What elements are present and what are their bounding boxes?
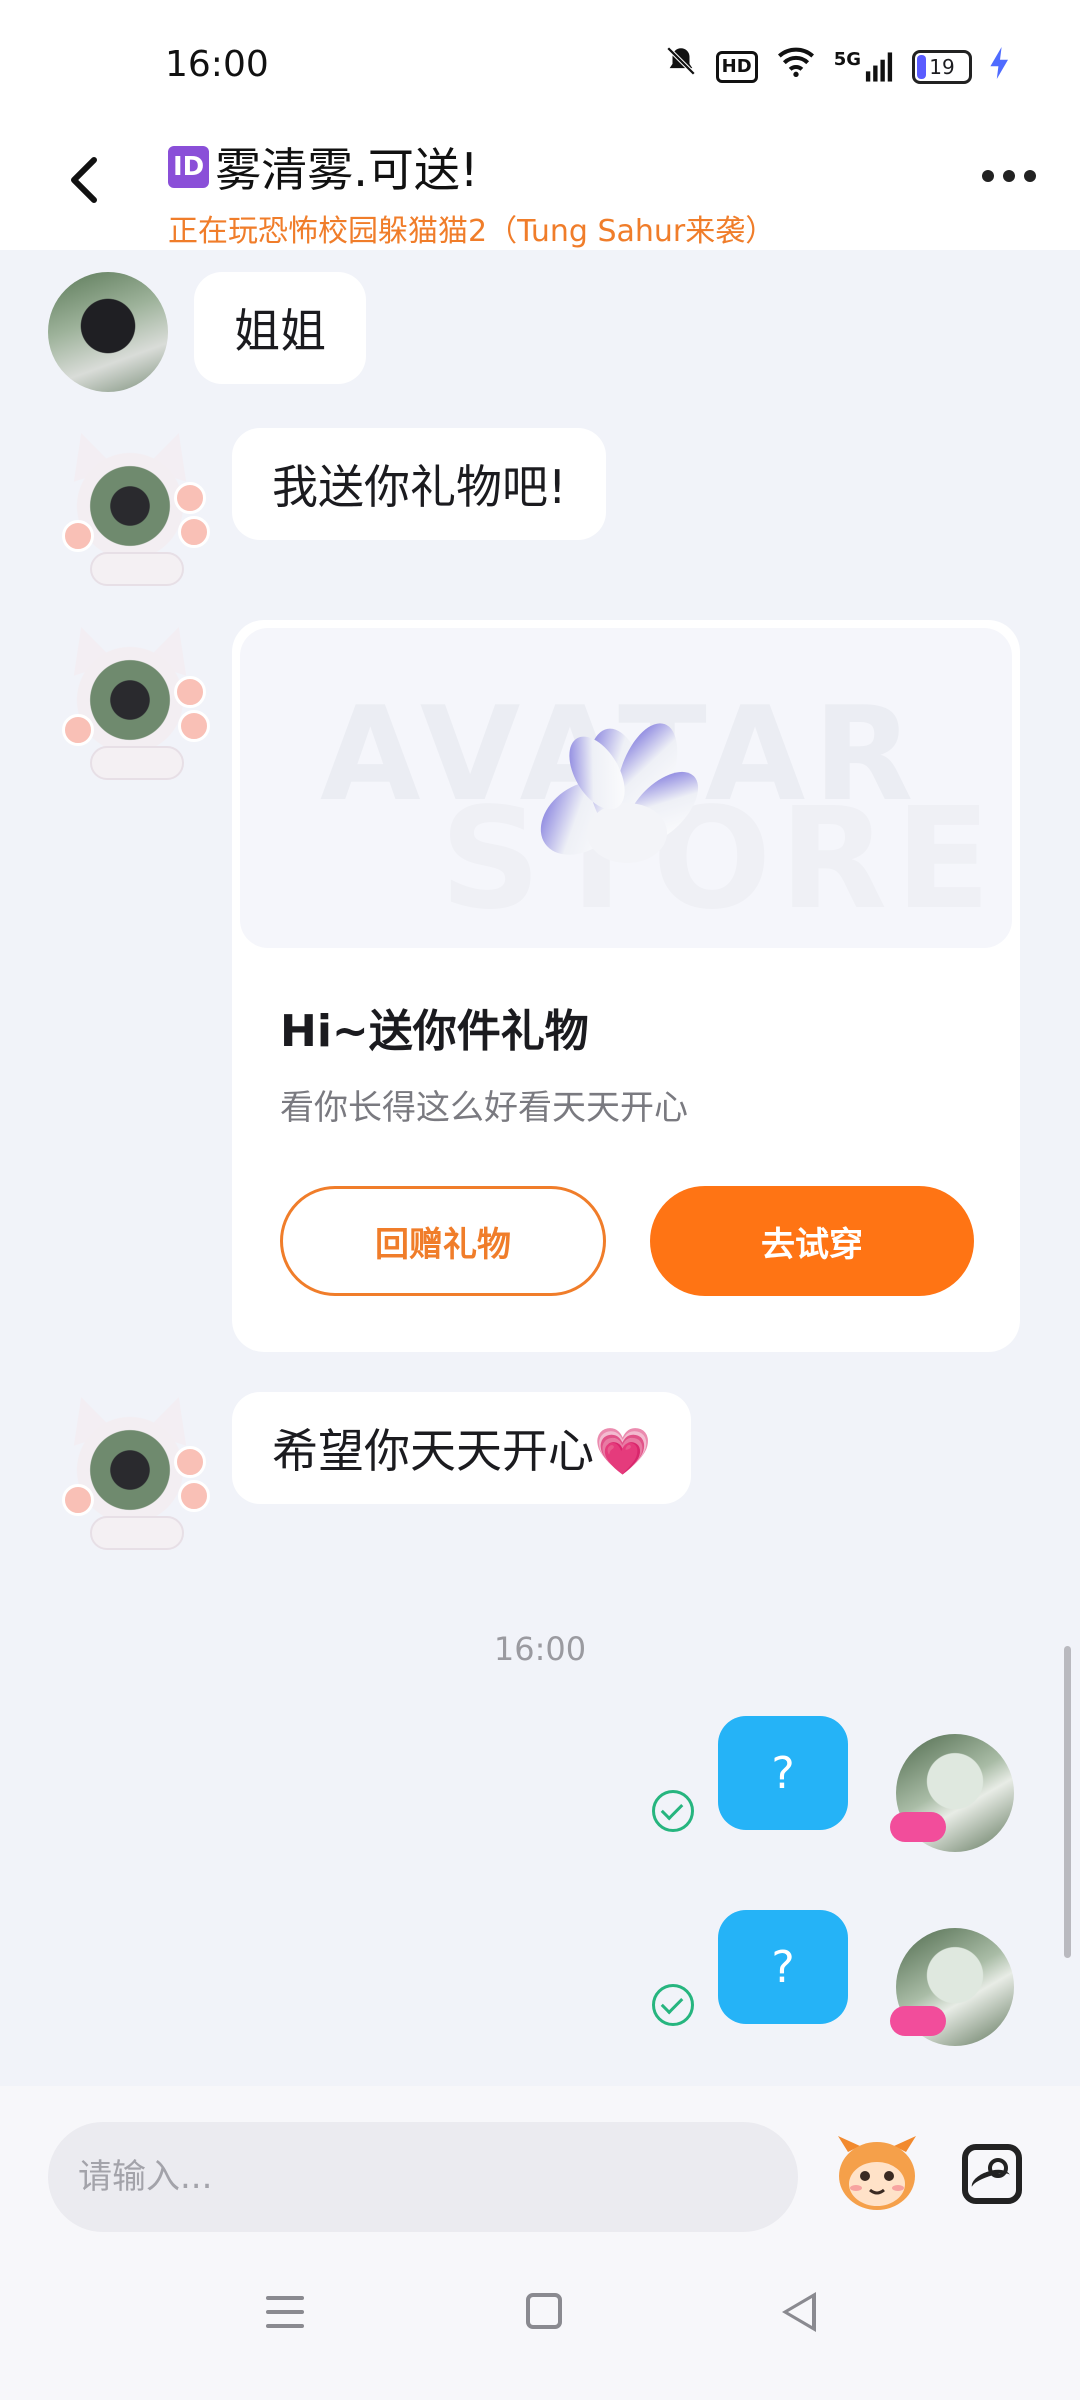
- gift-image[interactable]: AVATAR STORE: [240, 628, 1012, 948]
- my-avatar-frame[interactable]: [890, 1926, 1020, 2056]
- status-time: 16:00: [165, 44, 269, 85]
- contact-name: 雾清雾.可送!: [215, 143, 479, 197]
- message-timestamp: 16:00: [493, 1630, 587, 1668]
- battery-icon: 19: [912, 49, 972, 84]
- more-options-icon[interactable]: [982, 170, 1036, 182]
- wifi-icon: [776, 44, 816, 89]
- signal-icon: 5G: [833, 48, 894, 83]
- gallery-icon[interactable]: [962, 2144, 1022, 2204]
- status-icons: HD 5G 19: [664, 44, 1010, 89]
- try-on-button[interactable]: 去试穿: [650, 1186, 974, 1296]
- network-type-label: 5G: [833, 48, 861, 70]
- input-bar: [0, 2086, 1080, 2236]
- id-badge-icon: ID: [168, 146, 210, 188]
- contact-avatar-cat-frame[interactable]: [60, 618, 210, 780]
- chat-header: ID 雾清雾.可送! 正在玩恐怖校园躲猫猫2（Tung Sahur来袭）: [0, 120, 1080, 250]
- charging-icon: [990, 46, 1010, 87]
- message-bubble[interactable]: 姐姐: [194, 272, 366, 384]
- message-bubble[interactable]: 我送你礼物吧!: [232, 428, 607, 540]
- contact-avatar-cat-frame[interactable]: [60, 1388, 210, 1550]
- back-triangle-icon[interactable]: [782, 2292, 816, 2332]
- message-input[interactable]: [48, 2122, 798, 2232]
- recent-apps-icon[interactable]: [266, 2296, 304, 2338]
- contact-avatar[interactable]: [48, 272, 168, 392]
- chat-scrollbar[interactable]: [1064, 1646, 1071, 1958]
- contact-activity-status: 正在玩恐怖校园躲猫猫2（Tung Sahur来袭）: [168, 214, 776, 249]
- sent-check-icon: [652, 1790, 694, 1832]
- gift-description: 看你长得这么好看天天开心: [280, 1088, 688, 1128]
- return-gift-button[interactable]: 回赠礼物: [280, 1186, 606, 1296]
- back-arrow-icon[interactable]: [56, 150, 116, 210]
- hd-icon: HD: [715, 50, 758, 83]
- gift-title: Hi~送你件礼物: [280, 1006, 589, 1057]
- my-message-bubble[interactable]: ?: [718, 1910, 848, 2024]
- bell-muted-icon: [664, 44, 698, 89]
- my-message-bubble[interactable]: ?: [718, 1716, 848, 1830]
- mascot-sticker-icon[interactable]: [834, 2130, 920, 2216]
- my-avatar-frame[interactable]: [890, 1732, 1020, 1862]
- system-nav-bar: [0, 2236, 1080, 2400]
- status-bar: 16:00 HD 5G 19: [0, 0, 1080, 120]
- message-bubble[interactable]: 希望你天天开心💗: [232, 1392, 692, 1504]
- home-icon[interactable]: [526, 2293, 562, 2329]
- sent-check-icon: [652, 1984, 694, 2026]
- contact-avatar-cat-frame[interactable]: [60, 424, 210, 586]
- chat-title-block[interactable]: ID 雾清雾.可送! 正在玩恐怖校园躲猫猫2（Tung Sahur来袭）: [168, 134, 775, 250]
- chat-title: ID 雾清雾.可送!: [168, 134, 775, 200]
- gift-card[interactable]: AVATAR STORE Hi~送你件礼物 看你长得这么好看天天开心 回赠礼物 …: [232, 620, 1020, 1352]
- battery-level: 19: [929, 54, 955, 79]
- nine-tails-gift-icon: [540, 723, 699, 863]
